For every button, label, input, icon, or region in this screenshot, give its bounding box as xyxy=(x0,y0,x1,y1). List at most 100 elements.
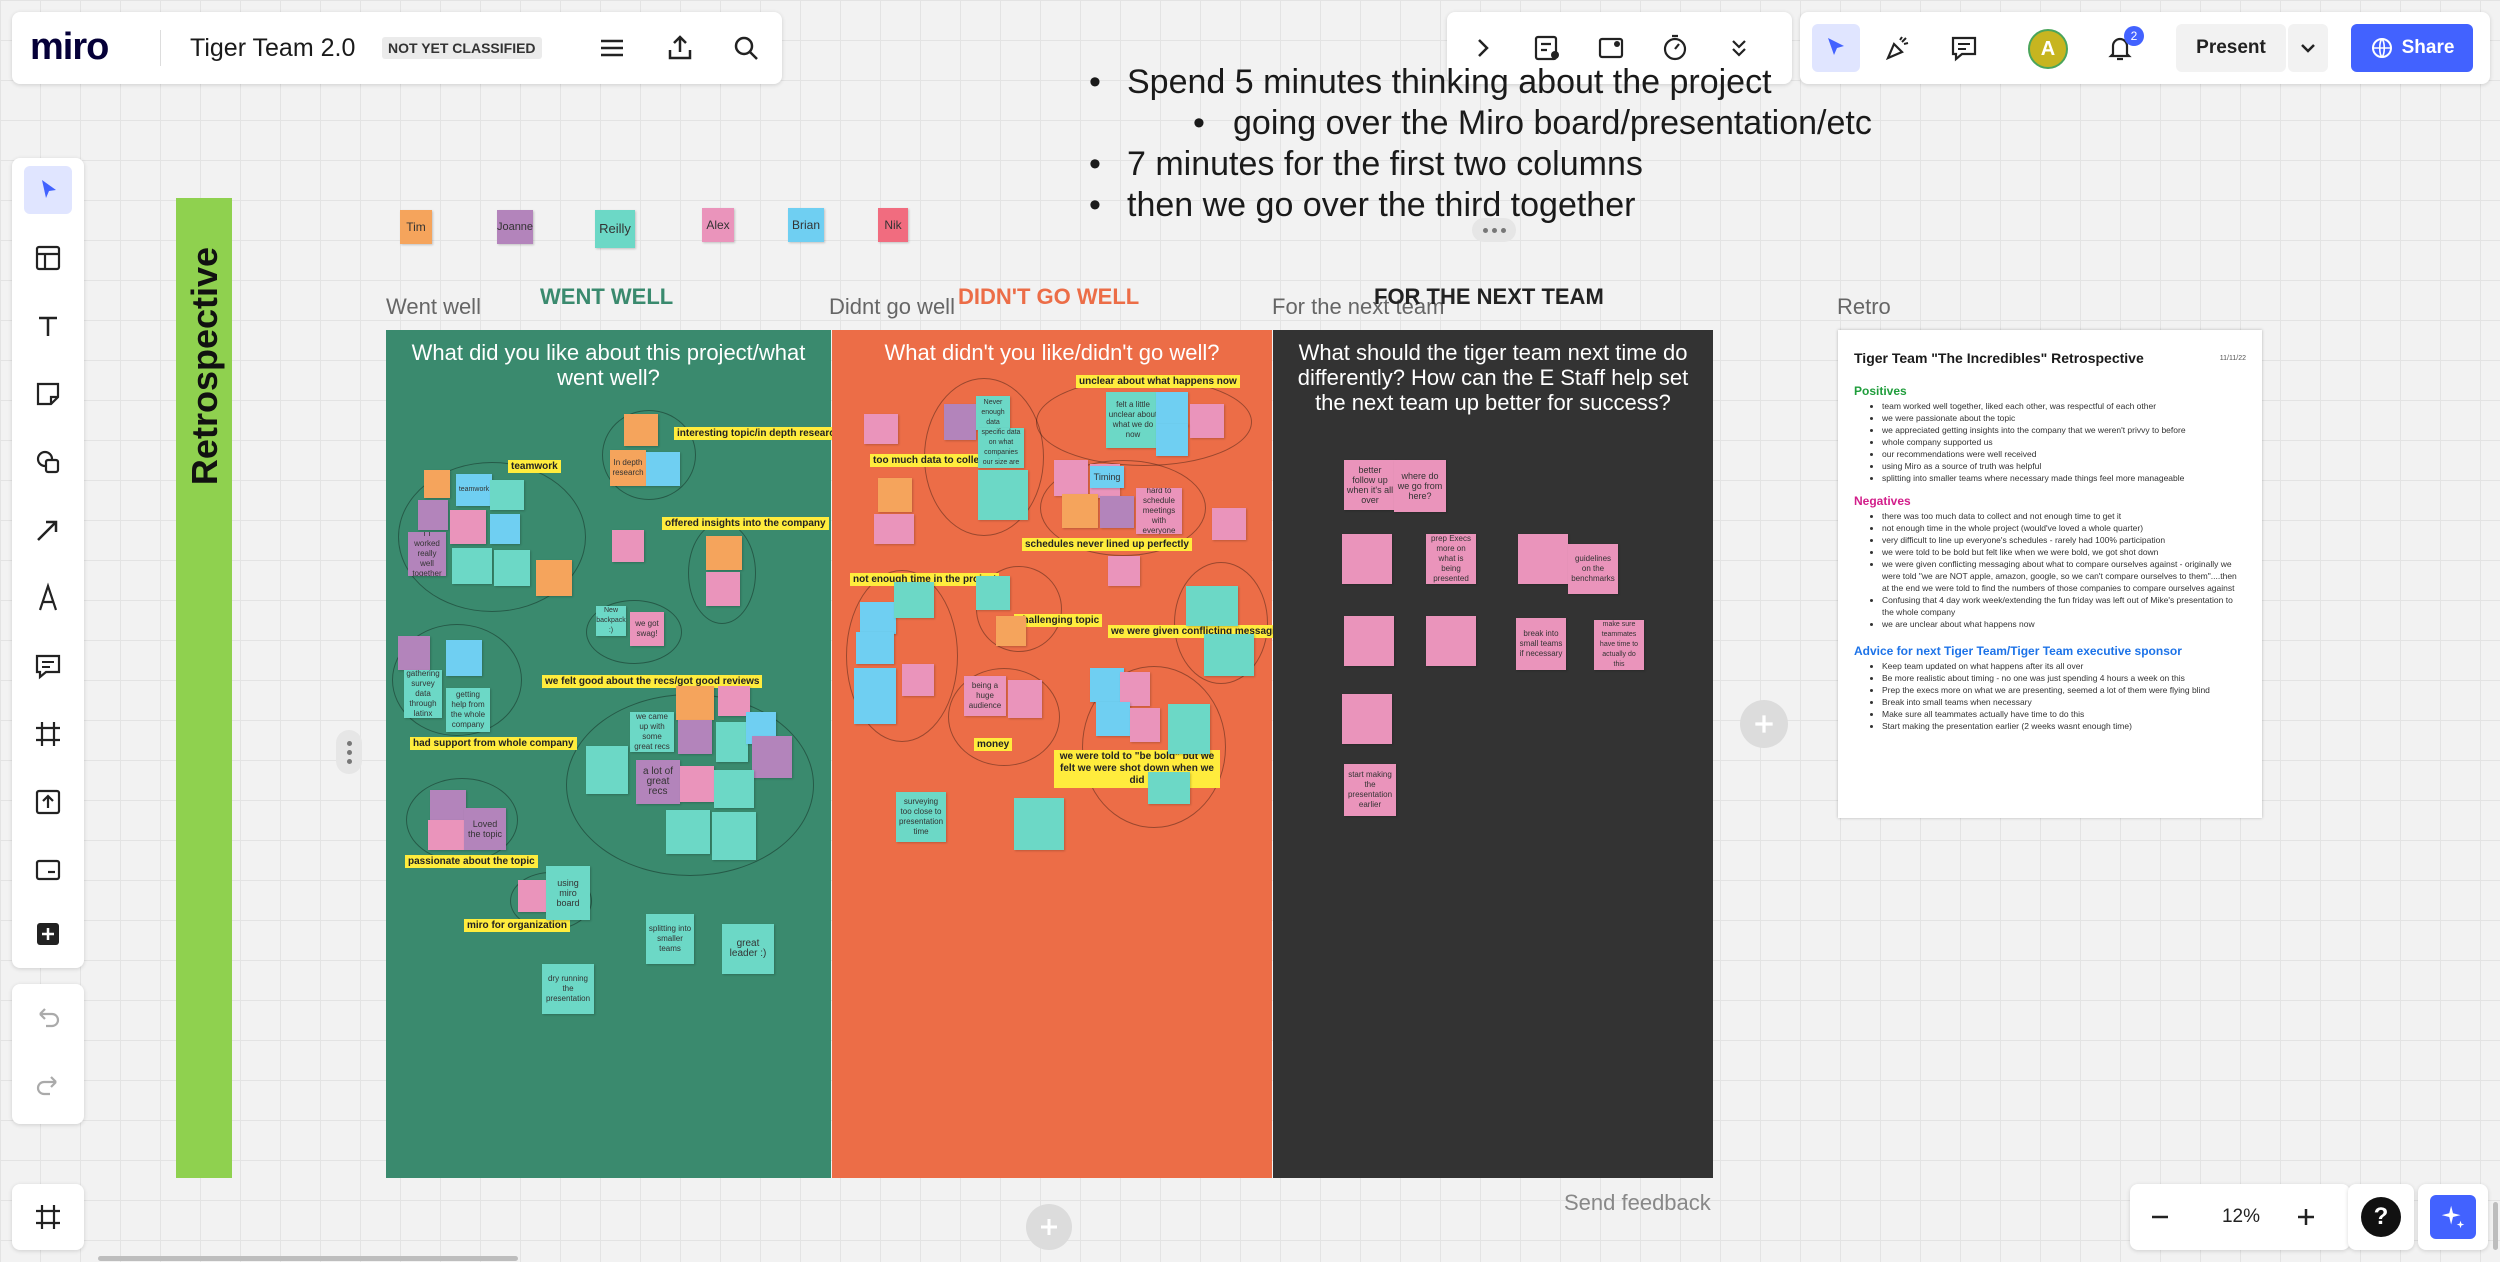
sticky-note[interactable]: we got swag! xyxy=(630,612,664,646)
sticky-note[interactable] xyxy=(1518,534,1568,584)
more-apps-icon[interactable] xyxy=(24,910,72,958)
search-icon[interactable] xyxy=(722,24,770,72)
sticky-note[interactable] xyxy=(1426,616,1476,666)
sticky-note[interactable] xyxy=(1148,772,1190,804)
sticky-note[interactable] xyxy=(1014,798,1064,850)
sticky-note[interactable] xyxy=(1344,616,1394,666)
ellipsis-handle[interactable] xyxy=(1472,218,1516,242)
sticky-note[interactable]: hard to find specific data on what compa… xyxy=(978,428,1024,468)
theme-label[interactable]: we were told to "be bold" but we felt we… xyxy=(1054,750,1220,788)
sticky-note[interactable] xyxy=(490,480,524,510)
menu-icon[interactable] xyxy=(588,24,636,72)
reactions-icon[interactable] xyxy=(1874,24,1922,72)
sticky-note[interactable] xyxy=(706,572,740,606)
sticky-note[interactable] xyxy=(752,736,792,778)
sticky-note[interactable] xyxy=(902,664,934,696)
pen-icon[interactable] xyxy=(24,574,72,622)
sticky-note[interactable]: make sure teammates have time to actuall… xyxy=(1594,620,1644,670)
sticky-note[interactable] xyxy=(586,746,628,794)
person-sticky[interactable]: Brian xyxy=(788,208,824,242)
sticky-note[interactable] xyxy=(450,510,486,544)
arrow-line-icon[interactable] xyxy=(24,506,72,554)
sticky-note[interactable] xyxy=(864,414,898,444)
sticky-note[interactable] xyxy=(1168,704,1210,754)
sticky-note[interactable] xyxy=(1342,694,1392,744)
theme-label[interactable]: had support from whole company xyxy=(410,737,577,750)
sticky-note[interactable]: great leader :) xyxy=(722,924,774,974)
add-below-button[interactable] xyxy=(1026,1204,1072,1250)
sticky-note[interactable] xyxy=(612,530,644,562)
frame-tool-icon[interactable] xyxy=(24,710,72,758)
sticky-note[interactable] xyxy=(1108,556,1140,586)
vertical-scrollbar[interactable] xyxy=(2493,1202,2498,1250)
sticky-note[interactable] xyxy=(712,812,756,860)
next-team-column[interactable]: What should the tiger team next time do … xyxy=(1273,330,1713,1178)
sticky-note[interactable] xyxy=(860,602,896,634)
retrospective-frame-bar[interactable]: Retrospective xyxy=(176,198,232,1178)
sticky-note[interactable] xyxy=(518,880,546,912)
theme-label[interactable]: offered insights into the company xyxy=(662,517,829,530)
sticky-note[interactable]: splitting into smaller teams xyxy=(646,914,694,964)
undo-icon[interactable] xyxy=(24,994,72,1042)
sticky-note[interactable] xyxy=(1062,494,1098,528)
sticky-note[interactable] xyxy=(856,632,894,664)
ai-sparkle-button[interactable] xyxy=(2430,1195,2476,1239)
sticky-note[interactable] xyxy=(894,582,934,618)
sticky-note[interactable] xyxy=(1090,668,1124,702)
sticky-note[interactable] xyxy=(1120,672,1150,706)
sticky-note[interactable]: start making the presentation earlier xyxy=(1344,764,1396,816)
sticky-note[interactable] xyxy=(878,478,912,512)
sticky-note[interactable] xyxy=(1156,392,1188,426)
sticky-note[interactable]: break into small teams if necessary xyxy=(1516,618,1566,670)
user-avatar[interactable]: A xyxy=(2028,29,2068,69)
sticky-note[interactable] xyxy=(1156,424,1188,456)
theme-label[interactable]: schedules never lined up perfectly xyxy=(1022,538,1192,551)
sticky-note[interactable] xyxy=(874,514,914,544)
sticky-note[interactable]: felt a little unclear about what we do n… xyxy=(1106,392,1160,448)
comment-tool-icon[interactable] xyxy=(24,642,72,690)
theme-label[interactable]: miro for organization xyxy=(464,919,570,932)
sticky-note-icon[interactable] xyxy=(24,370,72,418)
sticky-note[interactable] xyxy=(1130,708,1160,742)
sticky-note[interactable] xyxy=(424,470,450,498)
sticky-note[interactable] xyxy=(490,514,520,544)
sticky-note[interactable] xyxy=(676,686,714,720)
templates-icon[interactable] xyxy=(24,234,72,282)
classification-badge[interactable]: NOT YET CLASSIFIED xyxy=(382,37,542,59)
share-button[interactable]: Share xyxy=(2351,24,2473,72)
card-icon[interactable] xyxy=(24,846,72,894)
person-sticky[interactable]: Joanne xyxy=(497,210,533,244)
sticky-note[interactable] xyxy=(1100,496,1134,528)
sticky-note[interactable] xyxy=(1190,404,1224,438)
shapes-icon[interactable] xyxy=(24,438,72,486)
sticky-note[interactable]: using miro board xyxy=(546,866,590,920)
sticky-note[interactable] xyxy=(1008,680,1042,718)
sticky-note[interactable]: getting help from the whole company xyxy=(446,688,490,732)
sticky-note[interactable] xyxy=(452,548,492,584)
sticky-note[interactable]: being a huge audience xyxy=(964,676,1006,716)
present-button[interactable]: Present xyxy=(2176,24,2286,72)
sticky-note[interactable]: a lot of great recs xyxy=(636,760,680,804)
sticky-note[interactable]: TT worked really well together xyxy=(408,532,446,576)
sticky-note[interactable] xyxy=(418,500,448,530)
sticky-note[interactable]: guidelines on the benchmarks xyxy=(1568,544,1618,594)
sticky-note[interactable] xyxy=(1212,508,1246,540)
sticky-note[interactable] xyxy=(680,766,714,802)
sticky-note[interactable] xyxy=(706,536,742,570)
theme-label[interactable]: passionate about the topic xyxy=(405,855,538,868)
sticky-note[interactable] xyxy=(1342,534,1392,584)
sticky-note[interactable] xyxy=(428,820,464,850)
sticky-note[interactable]: we came up with some great recs xyxy=(630,712,674,752)
sticky-note[interactable] xyxy=(854,668,896,724)
sticky-note[interactable] xyxy=(1096,702,1130,736)
sticky-note[interactable] xyxy=(944,404,976,440)
sticky-note[interactable] xyxy=(716,722,748,762)
zoom-in-icon[interactable] xyxy=(2282,1193,2330,1241)
frames-panel-button[interactable] xyxy=(12,1184,84,1250)
person-sticky[interactable]: Nik xyxy=(878,208,908,242)
sticky-note[interactable]: where do we go from here? xyxy=(1394,460,1446,512)
sticky-note[interactable]: dry running the presentation xyxy=(542,964,594,1014)
comments-icon[interactable] xyxy=(1940,24,1988,72)
sticky-note[interactable] xyxy=(624,414,658,446)
sticky-note[interactable]: Timing xyxy=(1090,466,1124,488)
